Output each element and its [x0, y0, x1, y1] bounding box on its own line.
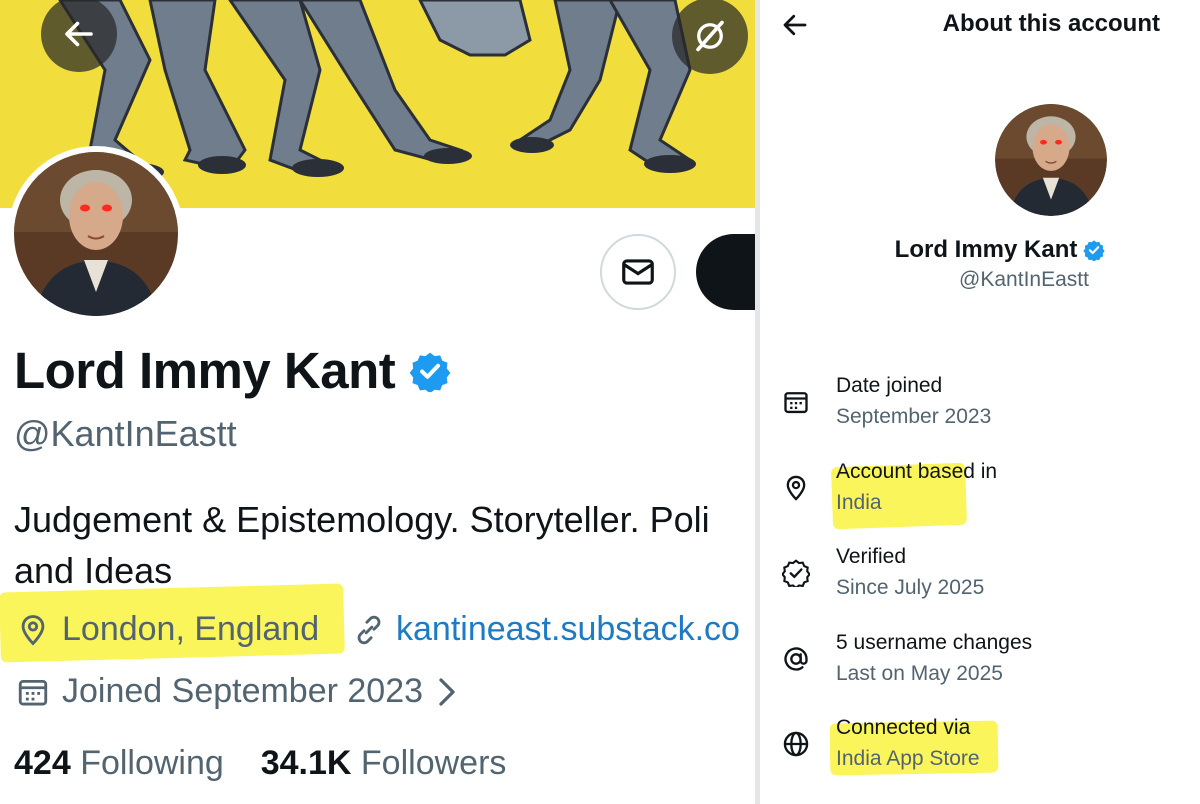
verified-badge-icon: [409, 352, 451, 392]
location-pin-icon: [21, 614, 45, 645]
link-icon: [357, 615, 381, 644]
follow-button[interactable]: [696, 234, 755, 310]
chevron-right-icon: [439, 677, 455, 706]
about-name-text: Lord Immy Kant: [894, 236, 1078, 263]
about-handle: @KantInEastt: [959, 268, 1089, 291]
followers-stat[interactable]: 34.1K Followers: [261, 744, 507, 782]
calendar-icon: [18, 679, 48, 705]
location-pin-icon: [786, 475, 806, 501]
profile-handle: @KantInEastt: [14, 413, 237, 454]
profile-name: Lord Immy Kant: [14, 341, 451, 400]
grok-button[interactable]: [672, 0, 748, 74]
joined-text: Joined September 2023: [62, 672, 424, 710]
about-item-label: Date joined: [836, 374, 943, 397]
follow-stats: 424 Following 34.1K Followers: [14, 744, 506, 783]
arrow-left-icon: [783, 14, 807, 36]
profile-website-link[interactable]: kantineast.substack.co: [352, 610, 740, 649]
envelope-icon: [622, 259, 654, 285]
about-item-label: Account based in: [836, 460, 998, 483]
arrow-left-icon: [65, 21, 93, 47]
following-stat[interactable]: 424 Following: [14, 744, 224, 782]
website-link-text[interactable]: kantineast.substack.co: [396, 610, 740, 649]
about-item-label: 5 username changes: [836, 631, 1033, 654]
about-panel: About this account Lord Immy Kant @KantI…: [760, 0, 1200, 804]
at-sign-icon: [784, 647, 808, 671]
about-back-button[interactable]: [780, 10, 810, 45]
globe-icon: [783, 731, 809, 757]
about-item-value: Last on May 2025: [836, 662, 1003, 685]
about-title: About this account: [942, 10, 1160, 37]
grok-icon: [696, 20, 724, 52]
profile-location: London, England: [16, 610, 319, 649]
profile-panel: Lord Immy Kant @KantInEastt Judgement & …: [0, 0, 755, 804]
avatar-portrait: [995, 104, 1107, 216]
about-item-value: September 2023: [836, 405, 992, 428]
about-item-value: India App Store: [836, 747, 980, 770]
verified-badge-icon: [1083, 240, 1105, 261]
profile-avatar[interactable]: [8, 146, 184, 322]
message-button[interactable]: [600, 234, 676, 310]
calendar-icon: [784, 392, 808, 414]
about-item-value: Since July 2025: [836, 576, 985, 599]
verified-badge-icon: [782, 559, 810, 587]
about-avatar: [995, 104, 1107, 216]
profile-bio: Judgement & Epistemology. Storyteller. P…: [14, 494, 755, 596]
about-item-value: India: [836, 491, 882, 514]
location-text: London, England: [62, 610, 320, 648]
bio-line-1: Judgement & Epistemology. Storyteller. P…: [14, 499, 710, 540]
about-item-label: Connected via: [836, 716, 971, 739]
avatar-portrait: [14, 152, 178, 316]
about-name: Lord Immy Kant: [760, 236, 1200, 264]
about-item-label: Verified: [836, 545, 907, 568]
profile-name-text: Lord Immy Kant: [14, 342, 396, 399]
profile-joined[interactable]: Joined September 2023: [16, 672, 459, 711]
